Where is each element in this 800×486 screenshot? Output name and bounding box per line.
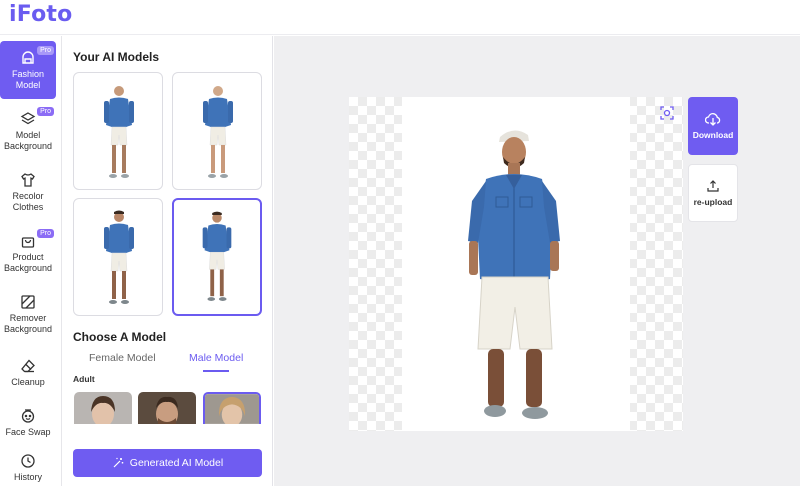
magic-wand-icon	[113, 457, 124, 468]
remove-bg-icon	[21, 294, 35, 309]
ai-model-card-2[interactable]	[172, 72, 262, 190]
face-thumbnail-image	[205, 394, 259, 424]
layers-icon	[20, 111, 36, 124]
sidebar-item-label: Product Background	[3, 251, 53, 273]
face-option-2[interactable]	[138, 392, 196, 424]
generate-ai-model-button[interactable]: Generated AI Model	[73, 449, 262, 477]
sidebar-item-label: Cleanup	[11, 377, 45, 387]
model-figure-image	[202, 211, 232, 301]
clock-icon	[21, 454, 35, 468]
sidebar-item-label: Recolor Clothes	[12, 190, 44, 212]
models-section-title: Your AI Models	[73, 50, 160, 64]
sidebar-item-model-background[interactable]: Pro Model Background	[0, 102, 56, 160]
tab-female-model[interactable]: Female Model	[89, 352, 156, 364]
face-option-3-selected[interactable]	[203, 392, 261, 424]
reupload-button[interactable]: re-upload	[688, 164, 738, 222]
ai-model-card-4-selected[interactable]	[172, 198, 262, 316]
model-figure-image	[104, 86, 134, 178]
generated-image	[402, 97, 630, 431]
ai-model-card-3[interactable]	[73, 198, 163, 316]
tool-sidebar: Pro Fashion Model Pro Model Background R…	[0, 36, 62, 486]
image-preview	[349, 97, 683, 431]
face-option-1[interactable]	[74, 392, 132, 424]
shirt-icon	[21, 172, 35, 187]
face-thumbnail-image	[74, 392, 132, 424]
sidebar-item-label: Model Background	[3, 129, 53, 151]
sidebar-item-label: Fashion Model	[11, 68, 45, 90]
sidebar-item-label: Face Swap	[5, 427, 51, 437]
sidebar-item-product-background[interactable]: Pro Product Background	[0, 224, 56, 282]
generate-button-label: Generated AI Model	[129, 457, 224, 469]
canvas-area: Download re-upload	[274, 36, 800, 486]
sidebar-item-remover-background[interactable]: Remover Background	[0, 285, 56, 343]
sidebar-item-label: Remover Background	[3, 312, 53, 334]
pro-badge: Pro	[37, 46, 54, 55]
zoom-scan-icon[interactable]	[659, 105, 675, 121]
eraser-icon	[21, 359, 35, 373]
face-thumbnail-image	[138, 392, 196, 424]
download-button[interactable]: Download	[688, 97, 738, 155]
choose-model-title: Choose A Model	[73, 330, 167, 344]
sidebar-item-label: History	[13, 472, 42, 482]
upload-icon	[707, 180, 719, 192]
sidebar-item-fashion-model[interactable]: Pro Fashion Model	[0, 41, 56, 99]
fashion-model-icon	[22, 50, 34, 64]
ai-model-card-1[interactable]	[73, 72, 163, 190]
cloud-download-icon	[705, 113, 721, 126]
sidebar-item-recolor-clothes[interactable]: Recolor Clothes	[0, 163, 56, 221]
pro-badge: Pro	[37, 107, 54, 116]
model-panel: Your AI Models Choose A Model Female Mod…	[63, 36, 273, 486]
download-label: Download	[692, 130, 734, 140]
bag-icon	[21, 236, 35, 248]
tab-male-model[interactable]: Male Model	[189, 352, 243, 364]
model-figure-image	[203, 86, 233, 178]
app-logo[interactable]: iFoto	[9, 2, 72, 27]
model-figure-image	[104, 210, 134, 304]
reupload-label: re-upload	[693, 197, 733, 207]
top-bar: iFoto	[0, 0, 800, 35]
pro-badge: Pro	[37, 229, 54, 238]
age-group-label: Adult	[73, 374, 95, 384]
active-tab-indicator	[203, 370, 229, 372]
gender-tabs: Female Model Male Model	[73, 352, 263, 374]
sidebar-item-history[interactable]: History	[0, 439, 56, 486]
face-swap-icon	[21, 409, 35, 423]
generated-model-photo	[468, 130, 560, 419]
